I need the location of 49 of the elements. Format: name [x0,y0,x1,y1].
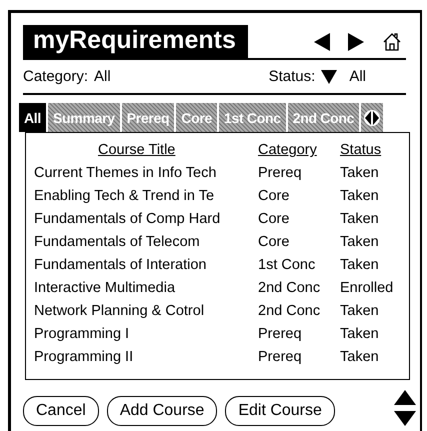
scroll-arrows-icon[interactable] [394,390,416,426]
table-cell-text: Core [258,188,290,204]
table-cell-text: Fundamentals of Comp Hard [34,211,222,228]
category-filter[interactable]: All [94,68,111,86]
column-header[interactable]: Course Title [34,142,258,158]
table-cell-text: Prereq [258,349,303,366]
tab[interactable]: All [19,103,46,132]
table-cell-text: Taken [340,234,380,250]
table-cell-text: Fundamentals of Interation [34,257,208,274]
action-button[interactable]: Cancel [23,396,99,426]
forward-button[interactable] [348,32,364,50]
table-cell-text: Current Themes in Info Tech [34,165,218,182]
table-cell-text: Programming I [34,326,130,342]
table-cell-text: Fundamentals of Telecom [34,234,201,250]
table-cell-text: Interactive Multimedia [34,280,176,296]
table-cell-text: Enabling Tech & Trend in Te [34,188,216,204]
table-cell-text: Prereq [258,165,303,182]
table-cell-text: Programming II [34,349,134,366]
house-icon [382,32,402,52]
tab-scroll-button[interactable] [361,103,384,132]
right-triangle-icon [348,32,364,50]
table-cell-text: Enrolled [340,280,394,296]
table-cell-text: Taken [340,326,380,342]
table-cell-text: Prereq [258,326,303,342]
table-cell-text: Taken [340,257,380,274]
home-button[interactable] [382,32,402,52]
table-cell-text: Taken [340,349,380,366]
table-cell-text: 2nd Conc [258,303,322,320]
table-cell-text: Core [258,234,290,250]
app-title: myRequirements [23,25,248,58]
left-triangle-icon [314,32,330,50]
column-header[interactable]: Status [340,142,401,158]
filter-label: Category: [23,68,88,86]
table-cell-text: 1st Conc [258,257,316,274]
table-cell-text: 2nd Conc [258,280,322,296]
table-cell-text: Taken [340,165,380,182]
back-button[interactable] [314,32,330,50]
filter-label: Status: [268,68,316,86]
action-button[interactable]: Add Course [106,396,218,426]
status-dropdown[interactable]: All [321,68,366,86]
action-button[interactable]: Edit Course [225,396,335,426]
left-right-arrows-icon [364,108,380,128]
table-cell-text: Network Planning & Cotrol [34,303,206,320]
table-cell-text: Taken [340,211,380,228]
table-cell-text: Core [258,211,290,228]
dropdown-triangle-icon [321,70,338,84]
table-cell-text: Taken [340,188,380,204]
table-cell-text: Taken [340,303,380,320]
column-header[interactable]: Category [258,142,340,158]
